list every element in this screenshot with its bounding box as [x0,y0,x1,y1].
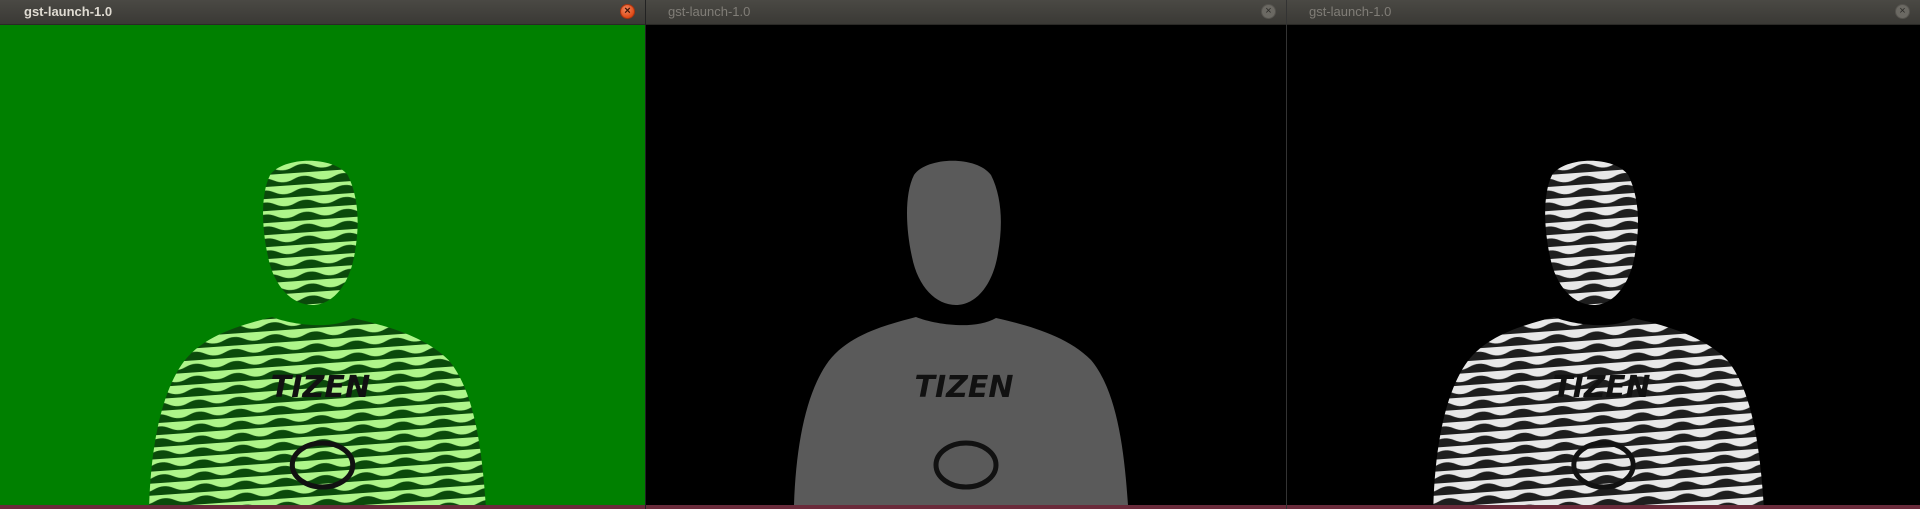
window-border [646,505,1286,509]
close-icon[interactable]: × [1261,4,1276,19]
video-frame-banded: TIZEN [1287,25,1920,505]
silhouette-head [263,160,358,305]
window-border [0,505,645,509]
video-window-2[interactable]: gst-launch-1.0 × TIZEN [645,0,1286,509]
video-frame-grayscale: TIZEN [646,25,1286,505]
video-window-1[interactable]: gst-launch-1.0 × TIZEN [0,0,645,509]
shirt-text: TIZEN [915,370,1014,405]
shirt-text: TIZEN [1553,370,1651,405]
window-titlebar[interactable]: gst-launch-1.0 × [1287,0,1920,25]
window-title: gst-launch-1.0 [1309,4,1392,19]
silhouette-head [907,160,1001,305]
shirt-text: TIZEN [271,370,371,405]
depth-silhouette: TIZEN [149,160,486,505]
depth-silhouette: TIZEN [794,160,1128,505]
silhouette-head [1545,160,1639,305]
window-titlebar[interactable]: gst-launch-1.0 × [646,0,1286,25]
window-border [1287,505,1920,509]
close-icon[interactable]: × [1895,4,1910,19]
window-titlebar[interactable]: gst-launch-1.0 × [0,0,645,25]
silhouette-torso [149,317,486,505]
silhouette-torso [794,317,1128,505]
video-window-3[interactable]: gst-launch-1.0 × TIZEN [1286,0,1920,509]
window-title: gst-launch-1.0 [24,4,113,19]
video-frame-green: TIZEN [0,25,645,505]
desktop: gst-launch-1.0 × TIZEN gst-launch-1.0 × … [0,0,1920,509]
close-icon[interactable]: × [620,4,635,19]
window-title: gst-launch-1.0 [668,4,751,19]
depth-silhouette: TIZEN [1433,160,1764,505]
silhouette-torso [1433,317,1764,505]
